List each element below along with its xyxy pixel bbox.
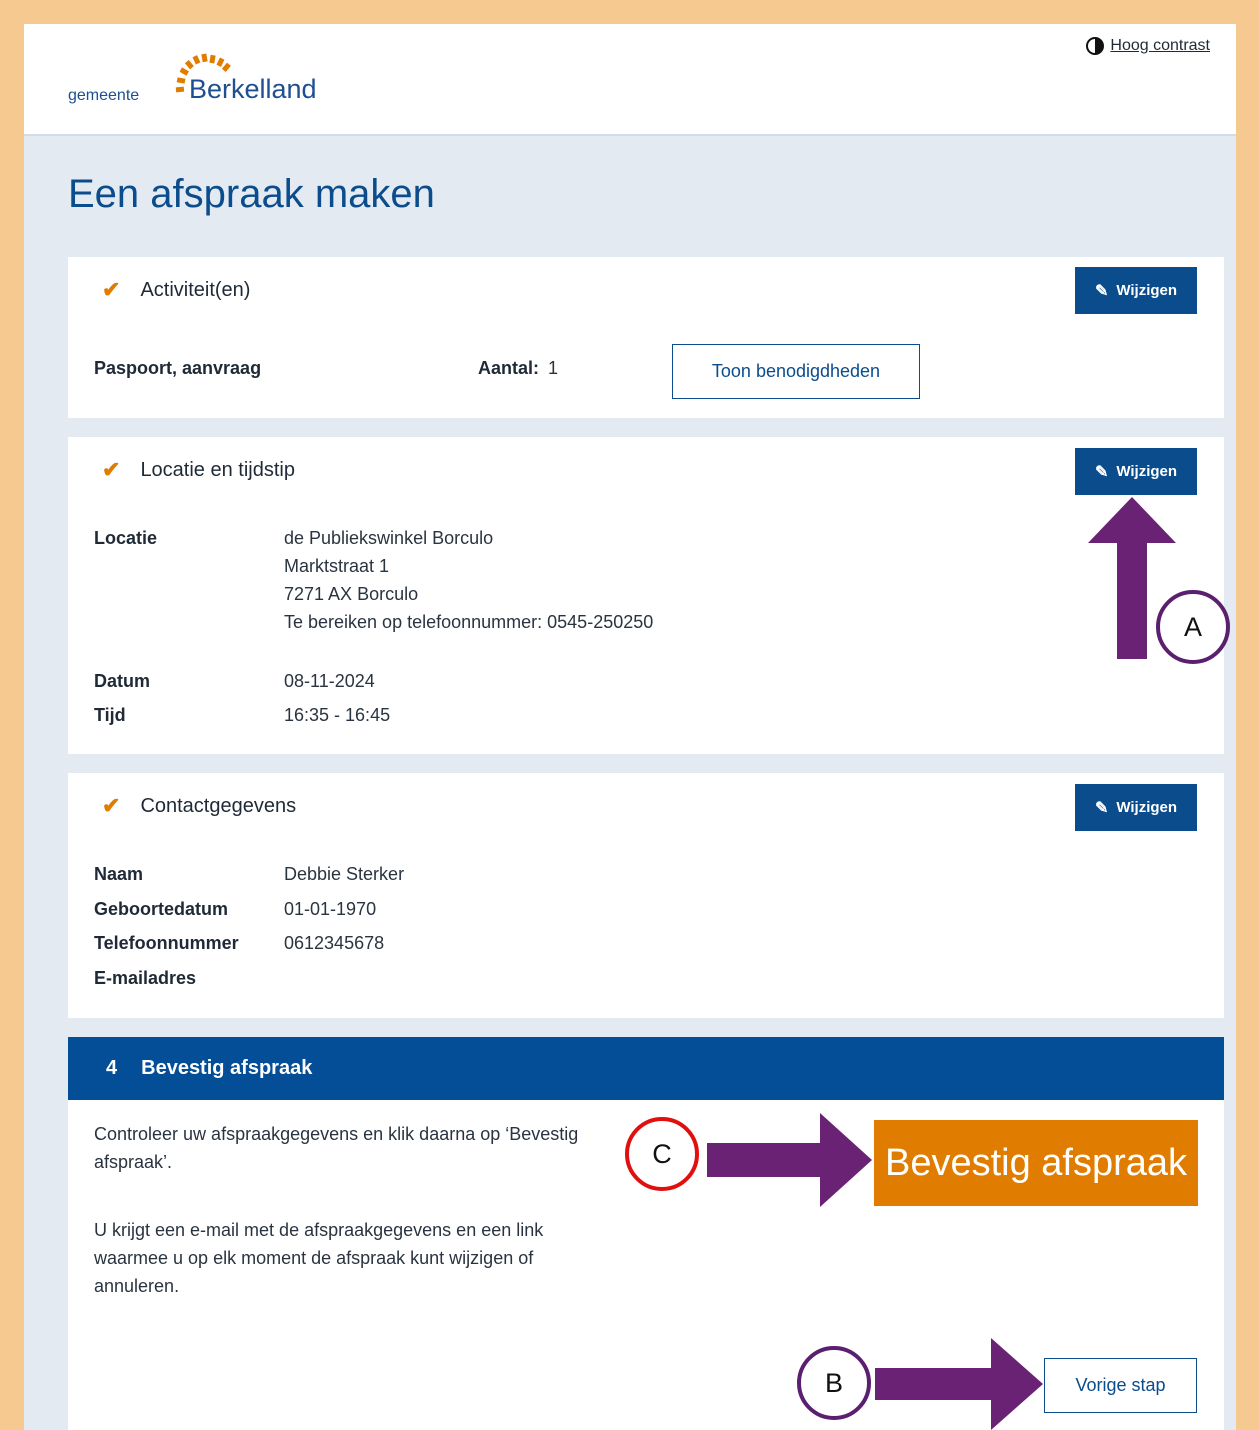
name-value: Debbie Sterker bbox=[284, 864, 405, 884]
activity-name: Paspoort, aanvraag bbox=[94, 358, 262, 378]
check-icon: ✔ bbox=[102, 793, 121, 818]
check-icon: ✔ bbox=[102, 277, 121, 302]
pencil-icon: ✎ bbox=[1094, 463, 1109, 481]
location-title: Locatie en tijdstip bbox=[140, 458, 295, 481]
activities-title: Activiteit(en) bbox=[140, 278, 251, 301]
logo-text-small: gemeente bbox=[68, 87, 140, 104]
contact-title: Contactgegevens bbox=[140, 794, 297, 817]
confirm-appointment-button[interactable]: Bevestig afspraak bbox=[874, 1120, 1198, 1206]
email-label: E-mailadres bbox=[94, 968, 197, 988]
location-line: de Publiekswinkel Borculo bbox=[284, 528, 494, 548]
contrast-icon bbox=[1086, 37, 1105, 55]
confirm-instruction: Controleer uw afspraakgegevens en klik d… bbox=[94, 1124, 579, 1172]
step-number: 4 bbox=[106, 1057, 118, 1079]
contact-header: ✔ Contactgegevens bbox=[102, 793, 296, 819]
confirm-title: Bevestig afspraak bbox=[141, 1057, 313, 1079]
location-card: ✔ Locatie en tijdstip ✎ Wijzigen Locatie… bbox=[68, 437, 1224, 754]
date-value: 08-11-2024 bbox=[284, 671, 375, 691]
email-notice: U krijgt een e-mail met de afspraakgegev… bbox=[94, 1220, 544, 1296]
high-contrast-link[interactable]: Hoog contrast bbox=[1086, 37, 1210, 55]
high-contrast-label: Hoog contrast bbox=[1110, 37, 1210, 54]
edit-contact-button[interactable]: ✎ Wijzigen bbox=[1075, 784, 1197, 831]
birthdate-value: 01-01-1970 bbox=[284, 899, 377, 919]
annotation-marker-b: B bbox=[797, 1346, 871, 1420]
edit-activities-button[interactable]: ✎ Wijzigen bbox=[1075, 267, 1197, 314]
location-label: Locatie bbox=[94, 528, 158, 548]
phone-label: Telefoonnummer bbox=[94, 933, 239, 953]
site-header: gemeente Berkelland Hoog contrast bbox=[24, 24, 1236, 136]
location-header: ✔ Locatie en tijdstip bbox=[102, 457, 295, 483]
activities-header: ✔ Activiteit(en) bbox=[102, 277, 250, 303]
page-frame: gemeente Berkelland Hoog contrast Een af… bbox=[24, 24, 1236, 1430]
location-line: 7271 AX Borculo bbox=[284, 584, 419, 604]
phone-value: 0612345678 bbox=[284, 933, 385, 953]
municipality-logo[interactable]: gemeente Berkelland bbox=[68, 50, 328, 110]
location-address: de Publiekswinkel Borculo Marktstraat 1 … bbox=[284, 524, 653, 636]
annotation-marker-c: C bbox=[625, 1117, 699, 1191]
edit-label: Wijzigen bbox=[1116, 799, 1178, 816]
page-title: Een afspraak maken bbox=[68, 172, 435, 216]
activities-card: ✔ Activiteit(en) ✎ Wijzigen Paspoort, aa… bbox=[68, 257, 1224, 418]
previous-step-button[interactable]: Vorige stap bbox=[1044, 1358, 1197, 1413]
edit-label: Wijzigen bbox=[1116, 282, 1178, 299]
annotation-arrow-b bbox=[875, 1338, 1043, 1430]
pencil-icon: ✎ bbox=[1094, 282, 1109, 300]
logo-text-large: Berkelland bbox=[189, 74, 317, 104]
edit-location-button[interactable]: ✎ Wijzigen bbox=[1075, 448, 1197, 495]
time-label: Tijd bbox=[94, 705, 126, 725]
edit-label: Wijzigen bbox=[1116, 463, 1178, 480]
annotation-arrow-c bbox=[707, 1113, 872, 1207]
count-label: Aantal: bbox=[478, 358, 540, 378]
annotation-marker-a: A bbox=[1156, 590, 1230, 664]
count-value: 1 bbox=[548, 358, 559, 378]
birthdate-label: Geboortedatum bbox=[94, 899, 229, 919]
location-line: Te bereiken op telefoonnummer: 0545-2502… bbox=[284, 612, 654, 632]
name-label: Naam bbox=[94, 864, 144, 884]
confirm-step-header: 4 Bevestig afspraak bbox=[68, 1037, 1224, 1100]
confirm-card: 4 Bevestig afspraak Controleer uw afspra… bbox=[68, 1037, 1224, 1430]
show-requirements-button[interactable]: Toon benodigdheden bbox=[672, 344, 920, 399]
check-icon: ✔ bbox=[102, 457, 121, 482]
location-line: Marktstraat 1 bbox=[284, 556, 390, 576]
contact-card: ✔ Contactgegevens ✎ Wijzigen Naam Debbie… bbox=[68, 773, 1224, 1018]
time-value: 16:35 - 16:45 bbox=[284, 705, 391, 725]
pencil-icon: ✎ bbox=[1094, 799, 1109, 817]
date-label: Datum bbox=[94, 671, 151, 691]
